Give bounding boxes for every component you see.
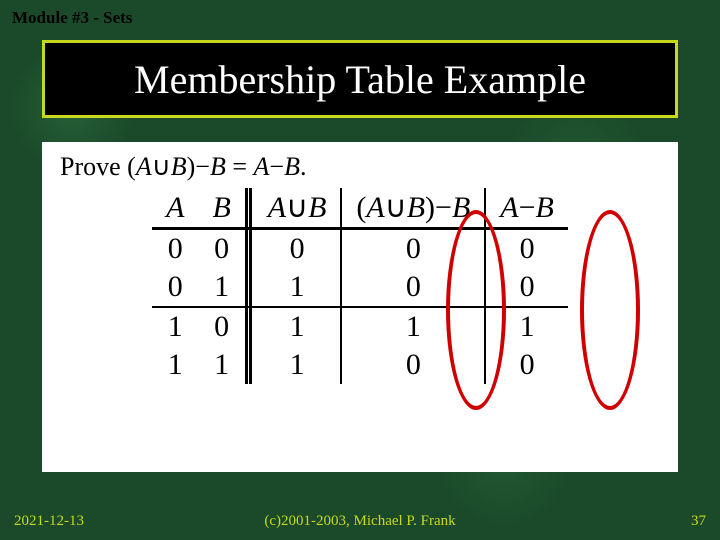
cell: 0 [341, 229, 485, 269]
cell: 0 [341, 268, 485, 307]
c5q: B [536, 191, 554, 224]
c3o: ∪ [286, 191, 308, 224]
footer-copyright: (c)2001-2003, Michael P. Frank [0, 513, 720, 530]
prove-line: Prove (A∪B)−B = A−B. [60, 152, 660, 182]
c4p: B [452, 191, 470, 224]
content-panel: Prove (A∪B)−B = A−B. A B A∪B (A∪B)−B A−B… [42, 142, 678, 472]
prove-union: ∪ [152, 152, 171, 181]
cell: 0 [152, 229, 198, 269]
prove-eq: = [226, 152, 254, 181]
cell: 1 [152, 307, 198, 346]
table-wrap: A B A∪B (A∪B)−B A−B 0 0 0 0 0 0 1 [60, 188, 660, 384]
cell: 1 [246, 268, 341, 307]
slide-title-box: Membership Table Example [42, 40, 678, 118]
cell: 0 [198, 307, 246, 346]
cell: 1 [246, 346, 341, 384]
c4a: A [366, 191, 384, 224]
prove-A: A [136, 152, 152, 181]
cell: 0 [341, 346, 485, 384]
col-A-label: A [166, 191, 184, 224]
col-B-label: B [212, 191, 230, 224]
c4o: ∪ [385, 191, 407, 224]
c4b: B [407, 191, 425, 224]
cell: 1 [198, 268, 246, 307]
footer-page: 37 [691, 513, 706, 530]
cell: 0 [152, 268, 198, 307]
slide-title: Membership Table Example [134, 56, 586, 103]
prove-text: Prove ( [60, 152, 136, 181]
c3q: B [308, 191, 326, 224]
col-AuB: A∪B [246, 188, 341, 229]
table-header-row: A B A∪B (A∪B)−B A−B [152, 188, 568, 229]
cell: 0 [485, 268, 568, 307]
prove-mid: )− [187, 152, 210, 181]
col-AuB-minus-B: (A∪B)−B [341, 188, 485, 229]
col-A: A [152, 188, 198, 229]
table-row: 1 0 1 1 1 [152, 307, 568, 346]
module-header-text: Module #3 - Sets [12, 8, 132, 27]
c4m: − [435, 191, 452, 224]
cell: 0 [485, 346, 568, 384]
c3p: A [268, 191, 286, 224]
cell: 1 [246, 307, 341, 346]
table-row: 0 1 1 0 0 [152, 268, 568, 307]
cell: 0 [246, 229, 341, 269]
table-row: 0 0 0 0 0 [152, 229, 568, 269]
cell: 1 [485, 307, 568, 346]
module-header: Module #3 - Sets [12, 8, 132, 28]
c5o: − [519, 191, 536, 224]
cell: 1 [341, 307, 485, 346]
c5p: A [500, 191, 518, 224]
col-A-minus-B: A−B [485, 188, 568, 229]
prove-B2: B [210, 152, 226, 181]
cell: 1 [198, 346, 246, 384]
cell: 1 [152, 346, 198, 384]
col-B: B [198, 188, 246, 229]
prove-minus: − [269, 152, 284, 181]
prove-B3: B [284, 152, 300, 181]
prove-A2: A [254, 152, 270, 181]
footer-copyright-text: (c)2001-2003, Michael P. Frank [264, 513, 455, 529]
prove-B: B [171, 152, 187, 181]
cell: 0 [198, 229, 246, 269]
table-row: 1 1 1 0 0 [152, 346, 568, 384]
prove-end: . [300, 152, 307, 181]
cell: 0 [485, 229, 568, 269]
membership-table: A B A∪B (A∪B)−B A−B 0 0 0 0 0 0 1 [152, 188, 568, 384]
footer-page-number: 37 [691, 513, 706, 529]
